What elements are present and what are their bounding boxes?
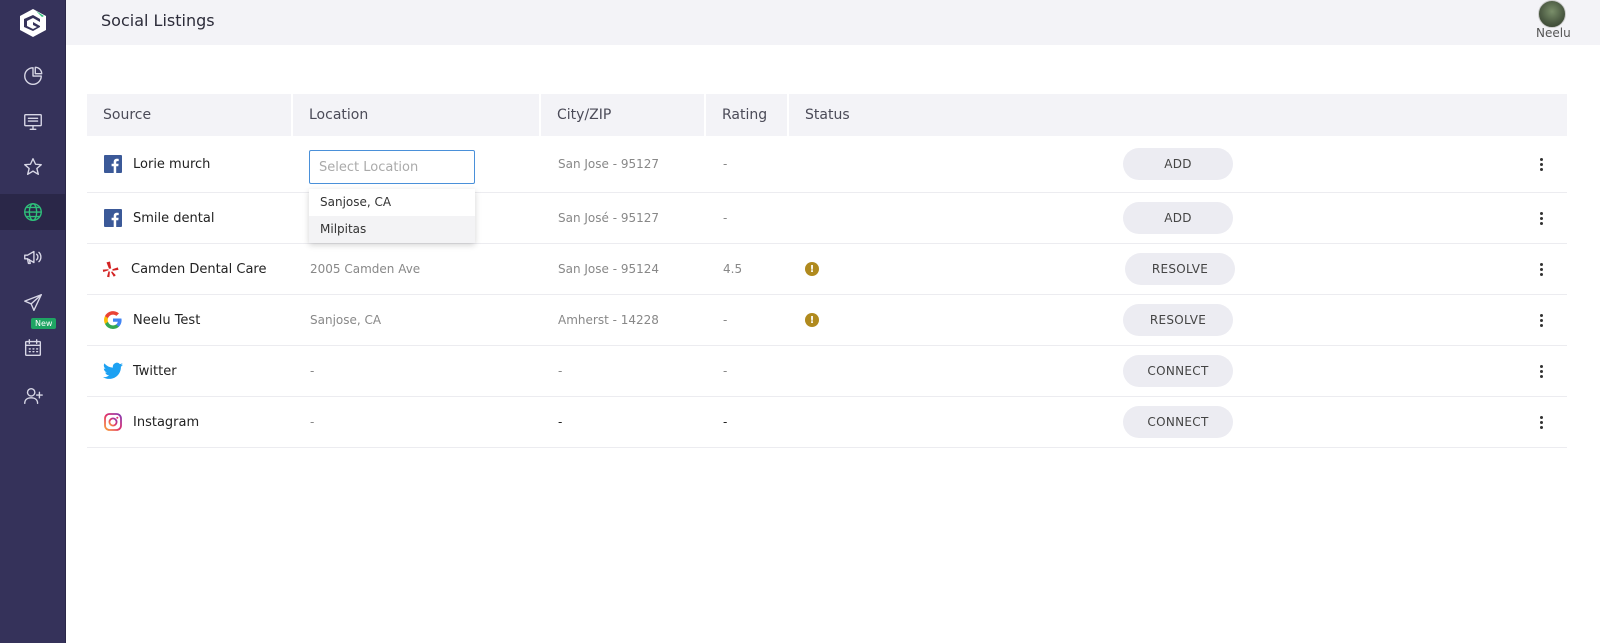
source-cell: Lorie murch xyxy=(103,136,210,192)
more-options-icon[interactable] xyxy=(1534,310,1548,330)
warning-icon[interactable]: ! xyxy=(805,313,819,327)
nav-monitor[interactable] xyxy=(0,104,66,140)
source-cell: Neelu Test xyxy=(103,295,200,345)
city-zip-cell: - xyxy=(558,415,563,429)
connect-button[interactable]: CONNECT xyxy=(1123,355,1233,387)
source-name: Camden Dental Care xyxy=(131,261,267,277)
source-name: Lorie murch xyxy=(133,156,211,172)
add-button[interactable]: ADD xyxy=(1123,202,1233,234)
source-name: Smile dental xyxy=(133,210,215,226)
more-options-icon[interactable] xyxy=(1534,361,1548,381)
table-row: Twitter - - - CONNECT xyxy=(87,346,1567,397)
city-zip-cell: San José - 95127 xyxy=(558,211,660,225)
rating-cell: - xyxy=(723,364,728,378)
city-zip-cell: San Jose - 95124 xyxy=(558,262,660,276)
google-icon xyxy=(103,310,123,330)
location-option[interactable]: Sanjose, CA xyxy=(309,189,475,216)
calendar-icon xyxy=(24,339,42,357)
rating-cell: - xyxy=(723,157,728,171)
send-icon xyxy=(24,294,42,312)
sidebar: New xyxy=(0,0,66,643)
location-dropdown: Sanjose, CA Milpitas xyxy=(309,189,475,243)
twitter-icon xyxy=(103,361,123,381)
monitor-icon xyxy=(24,113,42,131)
location-cell: Sanjose, CA xyxy=(310,313,382,327)
rating-cell: - xyxy=(723,313,728,327)
location-option[interactable]: Milpitas xyxy=(309,216,475,243)
nav-reviews[interactable] xyxy=(0,149,66,185)
more-options-icon[interactable] xyxy=(1534,208,1548,228)
table-row: Instagram - - - CONNECT xyxy=(87,397,1567,448)
column-header-location: Location xyxy=(293,94,541,136)
nav-calendar[interactable]: New xyxy=(0,318,66,366)
source-cell: Instagram xyxy=(103,397,199,447)
avatar[interactable] xyxy=(1538,0,1566,28)
yelp-icon xyxy=(101,259,121,279)
column-header-rating: Rating xyxy=(706,94,789,136)
city-zip-cell: Amherst - 14228 xyxy=(558,313,659,327)
table-row: Neelu Test Sanjose, CA Amherst - 14228 -… xyxy=(87,295,1567,346)
resolve-button[interactable]: RESOLVE xyxy=(1123,304,1233,336)
new-badge: New xyxy=(31,318,57,329)
warning-icon[interactable]: ! xyxy=(805,262,819,276)
instagram-icon xyxy=(103,412,123,432)
nav-listings[interactable] xyxy=(0,194,66,230)
add-button[interactable]: ADD xyxy=(1123,148,1233,180)
column-header-city-zip: City/ZIP xyxy=(541,94,706,136)
star-icon xyxy=(24,158,42,176)
column-header-source: Source xyxy=(87,94,293,136)
nav-campaigns[interactable] xyxy=(0,239,66,275)
pie-chart-icon xyxy=(24,66,43,85)
user-name: Neelu xyxy=(1536,26,1571,40)
city-zip-cell: San Jose - 95127 xyxy=(558,157,660,171)
app-logo-icon[interactable] xyxy=(18,8,48,38)
listings-table: Source Location City/ZIP Rating Status L… xyxy=(87,94,1567,448)
column-header-status: Status xyxy=(805,107,850,123)
nav-add-user[interactable] xyxy=(0,378,66,414)
rating-cell: - xyxy=(723,415,728,429)
location-cell: - xyxy=(310,415,315,429)
source-cell: Smile dental xyxy=(103,193,214,243)
rating-cell: 4.5 xyxy=(723,262,743,276)
megaphone-icon xyxy=(24,250,42,265)
nav-send[interactable] xyxy=(0,285,66,321)
table-header: Source Location City/ZIP Rating Status xyxy=(87,94,1567,136)
more-options-icon[interactable] xyxy=(1534,412,1548,432)
resolve-button[interactable]: RESOLVE xyxy=(1125,253,1235,285)
connect-button[interactable]: CONNECT xyxy=(1123,406,1233,438)
source-cell: Camden Dental Care xyxy=(101,244,266,294)
location-cell: - xyxy=(310,364,315,378)
globe-icon xyxy=(24,203,42,221)
table-row: Camden Dental Care 2005 Camden Ave San J… xyxy=(87,244,1567,295)
page-header: Social Listings xyxy=(66,0,1600,45)
more-options-icon[interactable] xyxy=(1534,154,1548,174)
facebook-icon xyxy=(103,154,123,174)
source-cell: Twitter xyxy=(103,346,177,396)
source-name: Twitter xyxy=(133,363,177,379)
source-name: Neelu Test xyxy=(133,312,201,328)
add-user-icon xyxy=(24,387,43,405)
location-cell: 2005 Camden Ave xyxy=(310,262,421,276)
city-zip-cell: - xyxy=(558,364,563,378)
location-select-input[interactable] xyxy=(309,150,475,184)
source-name: Instagram xyxy=(133,414,200,430)
facebook-icon xyxy=(103,208,123,228)
more-options-icon[interactable] xyxy=(1534,259,1548,279)
nav-dashboard[interactable] xyxy=(0,58,66,94)
page-title: Social Listings xyxy=(101,11,215,30)
rating-cell: - xyxy=(723,211,728,225)
